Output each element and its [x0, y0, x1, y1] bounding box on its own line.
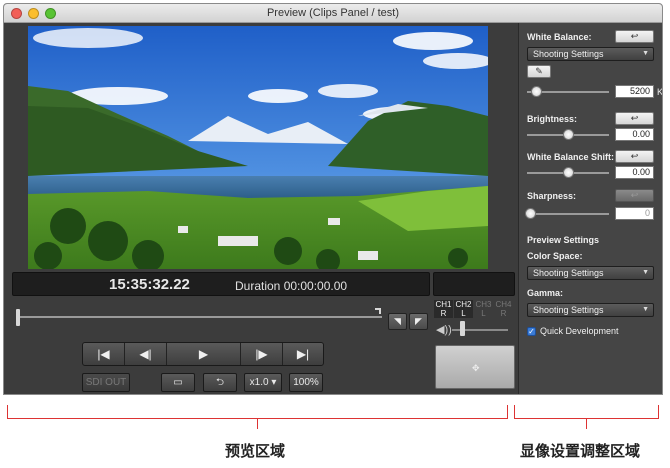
white-balance-reset-button[interactable]: ↩ — [615, 30, 654, 43]
chevron-down-icon: ▼ — [642, 269, 649, 276]
volume-slider-knob[interactable] — [460, 321, 465, 336]
title-bar: Preview (Clips Panel / test) — [4, 4, 662, 23]
sharpness-label: Sharpness: — [527, 191, 577, 201]
eyedropper-icon[interactable]: ✎ — [527, 65, 551, 78]
timecode-bar: 15:35:32.22 Duration 00:00:00.00 — [12, 272, 430, 296]
color-space-dropdown[interactable]: Shooting Settings ▼ — [527, 266, 654, 280]
chevron-down-icon: ▼ — [642, 50, 649, 57]
crosshair-icon: ✥ — [472, 363, 480, 373]
brightness-label: Brightness: — [527, 114, 578, 124]
kelvin-field[interactable]: 5200 — [615, 85, 654, 98]
window-title: Preview (Clips Panel / test) — [266, 7, 400, 19]
step-back-button[interactable]: ◀| — [125, 343, 167, 365]
preview-area-caption: 预览区域 — [225, 442, 286, 460]
settings-area-bracket-tick — [586, 419, 587, 429]
channel-3-label: CH3 — [475, 300, 492, 309]
sharpness-field[interactable]: 0 — [615, 207, 654, 220]
duration-display: Duration 00:00:00.00 — [235, 279, 348, 293]
channel-3-toggle[interactable]: CH3 L — [474, 300, 493, 318]
wb-shift-reset-button[interactable]: ↩ — [615, 150, 654, 163]
white-balance-dropdown[interactable]: Shooting Settings ▼ — [527, 47, 654, 61]
channel-4-label: CH4 — [495, 300, 512, 309]
seek-playhead[interactable] — [16, 309, 20, 326]
kelvin-slider-knob[interactable] — [531, 86, 542, 97]
white-balance-label: White Balance: — [527, 32, 592, 42]
speed-value: x1.0 — [249, 377, 269, 388]
wb-shift-field[interactable]: 0.00 — [615, 166, 654, 179]
speaker-icon: ◀)) — [436, 324, 452, 336]
brightness-field[interactable]: 0.00 — [615, 128, 654, 141]
mark-in-button[interactable]: ◥ — [388, 313, 407, 330]
white-balance-value: Shooting Settings — [533, 49, 604, 59]
safe-area-button[interactable]: ▭ — [161, 373, 195, 392]
mark-out-button[interactable]: ◤ — [409, 313, 428, 330]
settings-area-bracket — [514, 405, 659, 419]
timecode-display: 15:35:32.22 — [109, 276, 190, 293]
channel-4-side: R — [500, 309, 507, 318]
preview-area-bracket — [7, 405, 508, 419]
brightness-reset-button[interactable]: ↩ — [615, 112, 654, 125]
go-to-start-button[interactable]: |◀ — [83, 343, 125, 365]
quick-development-label: Quick Development — [540, 326, 619, 336]
sharpness-slider[interactable] — [527, 213, 609, 215]
wb-shift-label: White Balance Shift: — [527, 152, 615, 162]
brightness-slider-knob[interactable] — [563, 129, 574, 140]
zoom-button[interactable]: 100% — [289, 373, 323, 392]
channel-1-label: CH1 — [435, 300, 452, 309]
sharpness-slider-knob[interactable] — [525, 208, 536, 219]
quick-development-checkbox[interactable]: ✓ — [527, 327, 536, 336]
sharpness-reset-button[interactable]: ↩ — [615, 189, 654, 202]
go-to-end-button[interactable]: ▶| — [283, 343, 323, 365]
color-space-value: Shooting Settings — [533, 268, 604, 278]
secondary-display — [433, 272, 515, 296]
sdi-out-button[interactable]: SDI OUT — [82, 373, 130, 392]
channel-2-toggle[interactable]: CH2 L — [454, 300, 473, 318]
screenshot: Preview (Clips Panel / test) 15:35:32.22… — [0, 0, 670, 468]
channel-2-side: L — [461, 309, 466, 318]
preview-image — [28, 26, 488, 269]
chevron-down-icon: ▼ — [642, 306, 649, 313]
gamma-label: Gamma: — [527, 288, 564, 298]
gamma-dropdown[interactable]: Shooting Settings ▼ — [527, 303, 654, 317]
out-point-marker — [375, 308, 381, 314]
transport-controls: |◀ ◀| ▶ |▶ ▶| — [82, 342, 324, 366]
color-space-label: Color Space: — [527, 251, 583, 261]
wb-shift-slider-knob[interactable] — [563, 167, 574, 178]
preview-window: Preview (Clips Panel / test) 15:35:32.22… — [3, 3, 663, 395]
kelvin-unit: K — [657, 87, 663, 97]
speed-dropdown[interactable]: x1.0 ▾ — [244, 373, 282, 392]
channel-1-toggle[interactable]: CH1 R — [434, 300, 453, 318]
loop-icon[interactable]: ⮌ — [203, 373, 237, 392]
step-forward-button[interactable]: |▶ — [241, 343, 283, 365]
settings-area-caption: 显像设置调整区域 — [520, 442, 641, 460]
play-button[interactable]: ▶ — [167, 343, 241, 365]
seek-bar[interactable] — [18, 316, 382, 318]
preview-settings-heading: Preview Settings — [527, 235, 600, 245]
channel-3-side: L — [481, 309, 486, 318]
development-settings-panel: White Balance: ↩ Shooting Settings ▼ ✎ 5… — [518, 23, 663, 394]
position-pad[interactable]: ✥ — [435, 345, 515, 389]
gamma-value: Shooting Settings — [533, 305, 604, 315]
channel-4-toggle[interactable]: CH4 R — [494, 300, 513, 318]
preview-area-bracket-tick — [257, 419, 258, 429]
channel-2-label: CH2 — [455, 300, 472, 309]
channel-1-side: R — [440, 309, 447, 318]
